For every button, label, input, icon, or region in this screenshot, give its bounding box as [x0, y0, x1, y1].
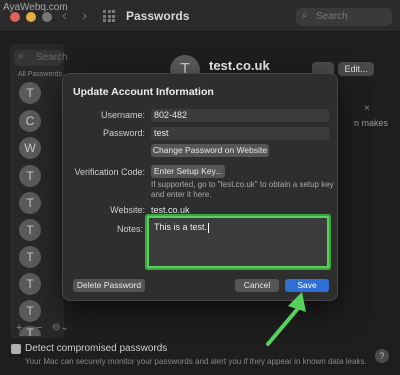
title-bar: AyaWebq.com ‹ › Passwords ⌕ Search — [0, 0, 400, 32]
remove-icon[interactable]: − — [36, 322, 42, 334]
detail-partial-text: n makes — [354, 118, 389, 128]
password-label: Password: — [102, 128, 145, 138]
save-button[interactable]: Save — [285, 279, 329, 292]
sidebar-item-avatar[interactable]: T — [19, 82, 41, 104]
edit-button[interactable]: Edit... — [338, 62, 374, 76]
website-label: Website: — [110, 205, 145, 215]
verification-code-label: Verification Code: — [74, 167, 145, 177]
notes-text: This is a test. — [154, 222, 208, 232]
detail-title: test.co.uk — [209, 58, 270, 73]
more-menu-icon[interactable]: ⊖⌄ — [52, 322, 69, 333]
back-arrow-icon[interactable]: ‹ — [62, 7, 67, 24]
close-icon[interactable]: × — [364, 103, 370, 114]
detect-compromised-label: Detect compromised passwords — [25, 343, 168, 354]
sidebar-item-avatar[interactable]: T — [19, 192, 41, 214]
sidebar-item-avatar[interactable]: W — [19, 137, 41, 159]
username-field[interactable]: 802-482 — [151, 109, 329, 122]
sidebar-item-avatar[interactable]: T — [19, 165, 41, 187]
help-button[interactable]: ? — [375, 349, 389, 363]
close-window-button[interactable] — [10, 12, 20, 22]
text-caret — [208, 222, 210, 233]
sidebar-item-avatar[interactable]: T — [19, 246, 41, 268]
detect-compromised-checkbox[interactable] — [11, 344, 21, 354]
notes-label: Notes: — [116, 224, 143, 234]
forward-arrow-icon[interactable]: › — [82, 7, 87, 24]
sidebar-section-label: All Passwords — [18, 71, 62, 78]
minimize-window-button[interactable] — [26, 12, 36, 22]
sidebar-search-field[interactable]: ⌕ Search — [14, 50, 68, 66]
change-password-button[interactable]: Change Password on Website — [151, 144, 269, 157]
sidebar-item-avatar[interactable]: T — [19, 273, 41, 295]
dialog-title: Update Account Information — [73, 86, 214, 98]
notes-field[interactable]: This is a test. — [147, 216, 329, 268]
sidebar-toolbar: + − ⊖⌄ — [10, 320, 69, 336]
username-label: Username: — [100, 110, 145, 120]
window-title: Passwords — [126, 9, 190, 23]
search-field[interactable]: ⌕ Search — [296, 8, 392, 26]
search-placeholder: Search — [316, 11, 348, 22]
sidebar-item-avatar[interactable]: T — [19, 219, 41, 241]
cancel-button[interactable]: Cancel — [235, 279, 279, 292]
password-field[interactable]: test — [151, 127, 329, 140]
enter-setup-key-button[interactable]: Enter Setup Key... — [151, 165, 225, 178]
sidebar-item-avatar[interactable]: T — [19, 300, 41, 322]
search-icon: ⌕ — [302, 10, 308, 21]
sidebar: ⌕ Search All Passwords T C W T T T T T T… — [10, 44, 68, 338]
verification-hint: If supported, go to "test.co.uk" to obta… — [151, 180, 334, 199]
zoom-window-button[interactable] — [42, 12, 52, 22]
sidebar-item-avatar[interactable]: C — [19, 110, 41, 132]
delete-password-button[interactable]: Delete Password — [73, 279, 145, 292]
sidebar-search-placeholder: Search — [36, 52, 68, 63]
search-icon: ⌕ — [18, 51, 24, 62]
update-account-dialog: Update Account Information Username: 802… — [62, 73, 338, 301]
grid-icon[interactable] — [103, 10, 115, 22]
website-value: test.co.uk — [151, 205, 190, 215]
add-icon[interactable]: + — [16, 322, 22, 334]
detect-compromised-description: Your Mac can securely monitor your passw… — [25, 357, 367, 366]
